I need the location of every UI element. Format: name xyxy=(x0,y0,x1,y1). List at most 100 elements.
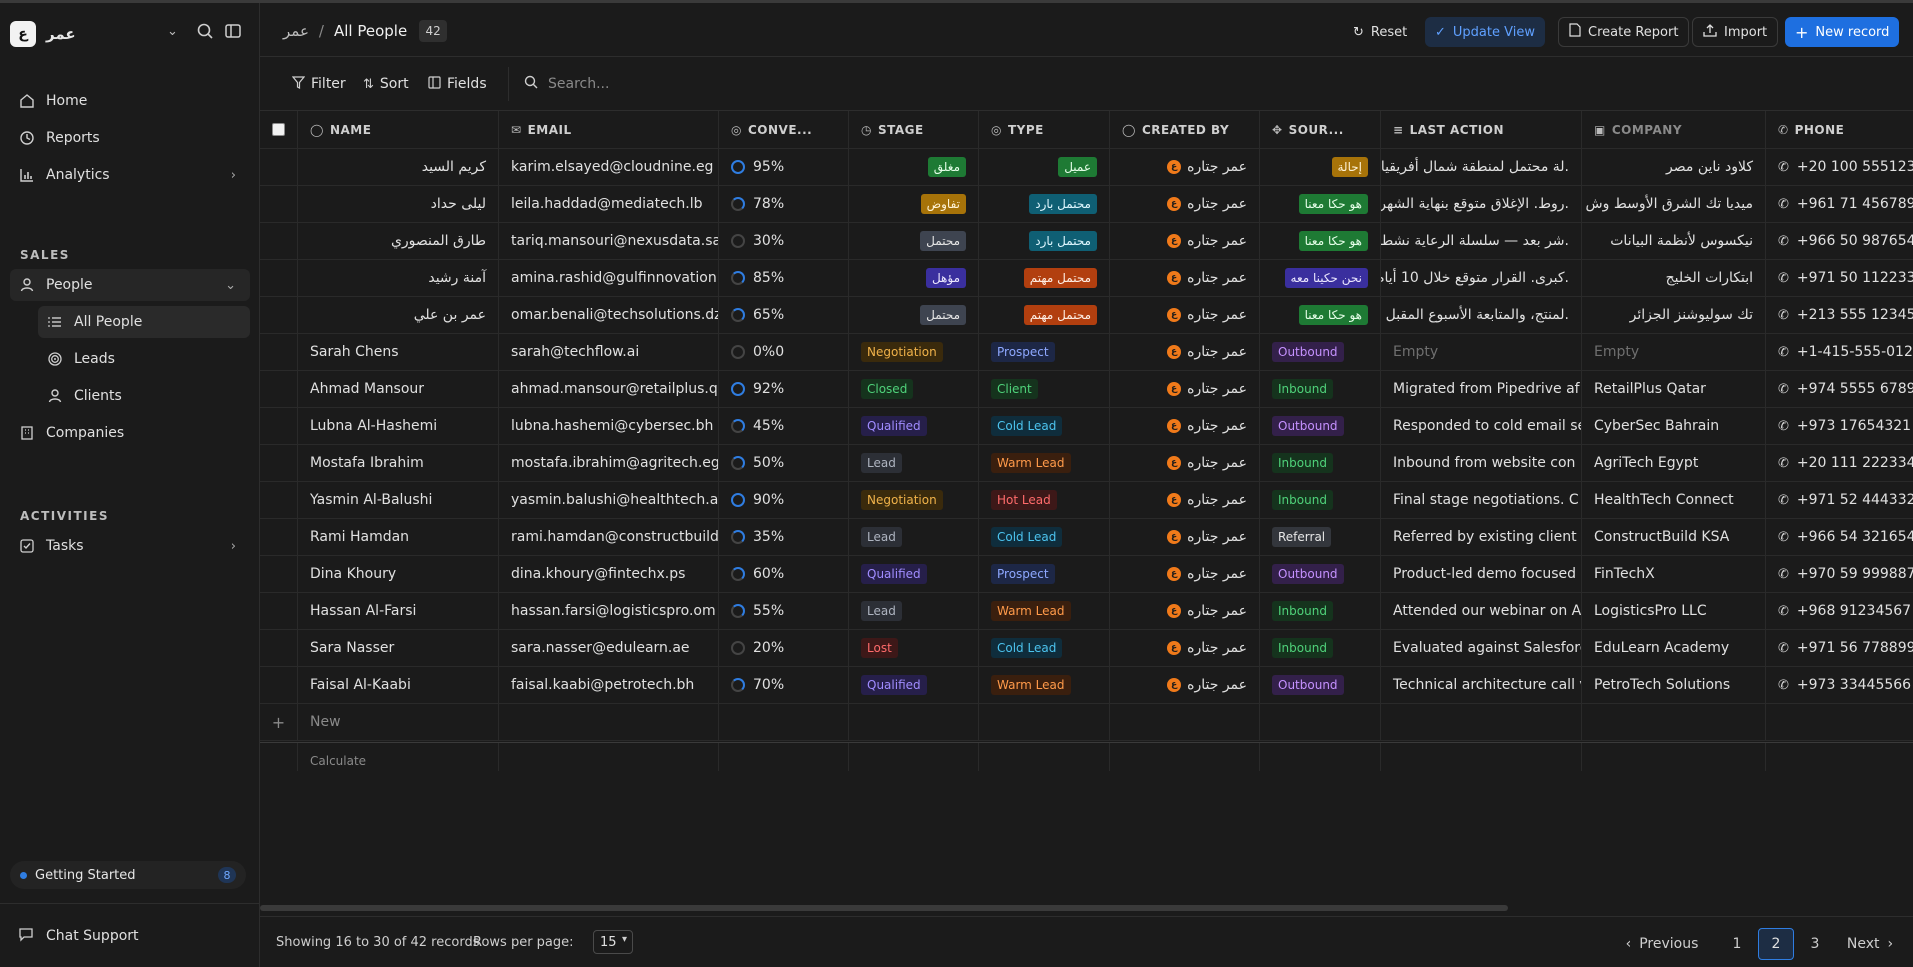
new-record-button[interactable]: + New record xyxy=(1785,17,1900,47)
chat-support-button[interactable]: Chat Support xyxy=(10,921,139,951)
created-by-cell[interactable]: ع عمر جتاره xyxy=(1110,186,1260,222)
chevron-down-icon[interactable]: ⌄ xyxy=(167,24,178,39)
import-button[interactable]: Import xyxy=(1692,17,1779,47)
last-action-cell[interactable]: Final stage negotiations. C xyxy=(1381,482,1582,518)
search-icon[interactable] xyxy=(196,22,220,46)
last-action-cell[interactable]: Referred by existing client xyxy=(1381,519,1582,555)
source-cell[interactable]: Inbound xyxy=(1260,593,1381,629)
created-by-cell[interactable]: ع عمر جتاره xyxy=(1110,519,1260,555)
created-by-cell[interactable]: ع عمر جتاره xyxy=(1110,260,1260,296)
source-cell[interactable]: هو حكا معنا xyxy=(1260,297,1381,333)
sort-button[interactable]: ⇅ Sort xyxy=(363,73,409,95)
conversion-cell[interactable]: 30% xyxy=(719,223,849,259)
sidebar-item-leads[interactable]: Leads xyxy=(38,343,250,375)
column-header-type[interactable]: ◎ TYPE xyxy=(979,111,1110,148)
conversion-cell[interactable]: 90% xyxy=(719,482,849,518)
name-cell[interactable]: Dina Khoury xyxy=(298,556,499,592)
phone-cell[interactable]: ✆ +973 33445566 xyxy=(1766,667,1913,703)
phone-cell[interactable]: ✆ +966 50 9876543 xyxy=(1766,223,1913,259)
phone-cell[interactable]: ✆ +971 56 7788990 xyxy=(1766,630,1913,666)
phone-cell[interactable]: ✆ +971 52 4443322 xyxy=(1766,482,1913,518)
horizontal-scrollbar[interactable] xyxy=(260,903,1913,913)
sidebar-item-companies[interactable]: Companies xyxy=(10,417,250,449)
company-cell[interactable]: CyberSec Bahrain xyxy=(1582,408,1766,444)
source-cell[interactable]: Outbound xyxy=(1260,556,1381,592)
company-cell[interactable]: EduLearn Academy xyxy=(1582,630,1766,666)
calculate-cell[interactable] xyxy=(1582,743,1766,771)
last-action-cell[interactable]: Technical architecture call v xyxy=(1381,667,1582,703)
created-by-cell[interactable]: ع عمر جتاره xyxy=(1110,297,1260,333)
email-cell[interactable]: omar.benali@techsolutions.dz xyxy=(499,297,719,333)
table-row[interactable]: طارق المنصوري tariq.mansouri@nexusdata.sa… xyxy=(260,223,1913,260)
next-page-button[interactable]: Next › xyxy=(1838,928,1902,960)
last-action-cell[interactable]: Product-led demo focused xyxy=(1381,556,1582,592)
email-cell[interactable]: faisal.kaabi@petrotech.bh xyxy=(499,667,719,703)
workspace-switcher[interactable]: ع عمر ⌄ xyxy=(10,20,250,48)
conversion-cell[interactable]: 78% xyxy=(719,186,849,222)
reset-button[interactable]: ↻ Reset xyxy=(1343,17,1417,47)
last-action-cell[interactable]: Migrated from Pipedrive af xyxy=(1381,371,1582,407)
email-cell[interactable]: sarah@techflow.ai xyxy=(499,334,719,370)
rows-per-page-select[interactable]: 15 ▾ xyxy=(593,930,633,954)
previous-page-button[interactable]: ‹ Previous xyxy=(1618,928,1706,960)
table-row[interactable]: Lubna Al-Hashemi lubna.hashemi@cybersec.b… xyxy=(260,408,1913,445)
filter-button[interactable]: Filter xyxy=(291,73,346,95)
sidebar-item-all-people[interactable]: All People xyxy=(38,306,250,338)
column-header-source[interactable]: ✥ SOUR... xyxy=(1260,111,1381,148)
company-cell[interactable]: HealthTech Connect xyxy=(1582,482,1766,518)
name-cell[interactable]: Rami Hamdan xyxy=(298,519,499,555)
name-cell[interactable]: Faisal Al-Kaabi xyxy=(298,667,499,703)
company-cell[interactable]: كلاود ناين مصر xyxy=(1582,149,1766,185)
email-cell[interactable]: lubna.hashemi@cybersec.bh xyxy=(499,408,719,444)
phone-cell[interactable]: ✆ +961 71 456789 xyxy=(1766,186,1913,222)
type-cell[interactable]: Warm Lead xyxy=(979,445,1110,481)
source-cell[interactable]: Inbound xyxy=(1260,630,1381,666)
last-action-cell[interactable]: Inbound from website con xyxy=(1381,445,1582,481)
add-row-cell[interactable]: + xyxy=(260,704,298,740)
type-cell[interactable]: Client xyxy=(979,371,1110,407)
create-report-button[interactable]: Create Report xyxy=(1558,17,1690,47)
table-row[interactable]: عمر بن علي omar.benali@techsolutions.dz 65… xyxy=(260,297,1913,334)
phone-cell[interactable]: ✆ +974 5555 6789 xyxy=(1766,371,1913,407)
column-header-conversion[interactable]: ◎ CONVE... xyxy=(719,111,849,148)
conversion-cell[interactable]: 45% xyxy=(719,408,849,444)
table-row[interactable]: Dina Khoury dina.khoury@fintechx.ps 60% Qua… xyxy=(260,556,1913,593)
select-all-checkbox[interactable] xyxy=(272,123,285,136)
page-button-3[interactable]: 3 xyxy=(1800,928,1830,960)
scrollbar-thumb[interactable] xyxy=(260,905,1508,911)
name-cell[interactable]: آمنة رشيد xyxy=(298,260,499,296)
source-cell[interactable]: Inbound xyxy=(1260,371,1381,407)
name-cell[interactable]: عمر بن علي xyxy=(298,297,499,333)
phone-cell[interactable]: ✆ +20 100 5551234 xyxy=(1766,149,1913,185)
company-cell[interactable]: RetailPlus Qatar xyxy=(1582,371,1766,407)
stage-cell[interactable]: Negotiation xyxy=(849,482,979,518)
last-action-cell[interactable]: لمنتج، والمتابعة الأسبوع المقبل. xyxy=(1381,297,1582,333)
table-row[interactable]: Hassan Al-Farsi hassan.farsi@logisticspro… xyxy=(260,593,1913,630)
name-cell[interactable]: Yasmin Al-Balushi xyxy=(298,482,499,518)
new-record-row[interactable]: + New xyxy=(260,704,1913,741)
column-header-stage[interactable]: ◷ STAGE xyxy=(849,111,979,148)
phone-cell[interactable]: ✆ +1-415-555-0123 xyxy=(1766,334,1913,370)
stage-cell[interactable]: Lead xyxy=(849,519,979,555)
name-cell[interactable]: Ahmad Mansour xyxy=(298,371,499,407)
stage-cell[interactable]: Negotiation xyxy=(849,334,979,370)
last-action-cell[interactable]: كبرى. القرار متوقع خلال 10 أيام. xyxy=(1381,260,1582,296)
conversion-cell[interactable]: 85% xyxy=(719,260,849,296)
conversion-cell[interactable]: 60% xyxy=(719,556,849,592)
calculate-cell[interactable]: Calculate xyxy=(298,743,499,771)
source-cell[interactable]: Referral xyxy=(1260,519,1381,555)
name-cell[interactable]: Mostafa Ibrahim xyxy=(298,445,499,481)
fields-button[interactable]: Fields xyxy=(428,73,487,95)
stage-cell[interactable]: Qualified xyxy=(849,556,979,592)
type-cell[interactable]: Hot Lead xyxy=(979,482,1110,518)
created-by-cell[interactable]: ع عمر جتاره xyxy=(1110,630,1260,666)
breadcrumb-workspace[interactable]: عمر xyxy=(283,22,309,40)
company-cell[interactable]: PetroTech Solutions xyxy=(1582,667,1766,703)
conversion-cell[interactable]: 65% xyxy=(719,297,849,333)
update-view-button[interactable]: ✓ Update View xyxy=(1425,17,1545,47)
sidebar-item-clients[interactable]: Clients xyxy=(38,380,250,412)
table-row[interactable]: Rami Hamdan rami.hamdan@constructbuild 35%… xyxy=(260,519,1913,556)
last-action-cell[interactable]: Responded to cold email se xyxy=(1381,408,1582,444)
created-by-cell[interactable]: ع عمر جتاره xyxy=(1110,223,1260,259)
conversion-cell[interactable]: 92% xyxy=(719,371,849,407)
